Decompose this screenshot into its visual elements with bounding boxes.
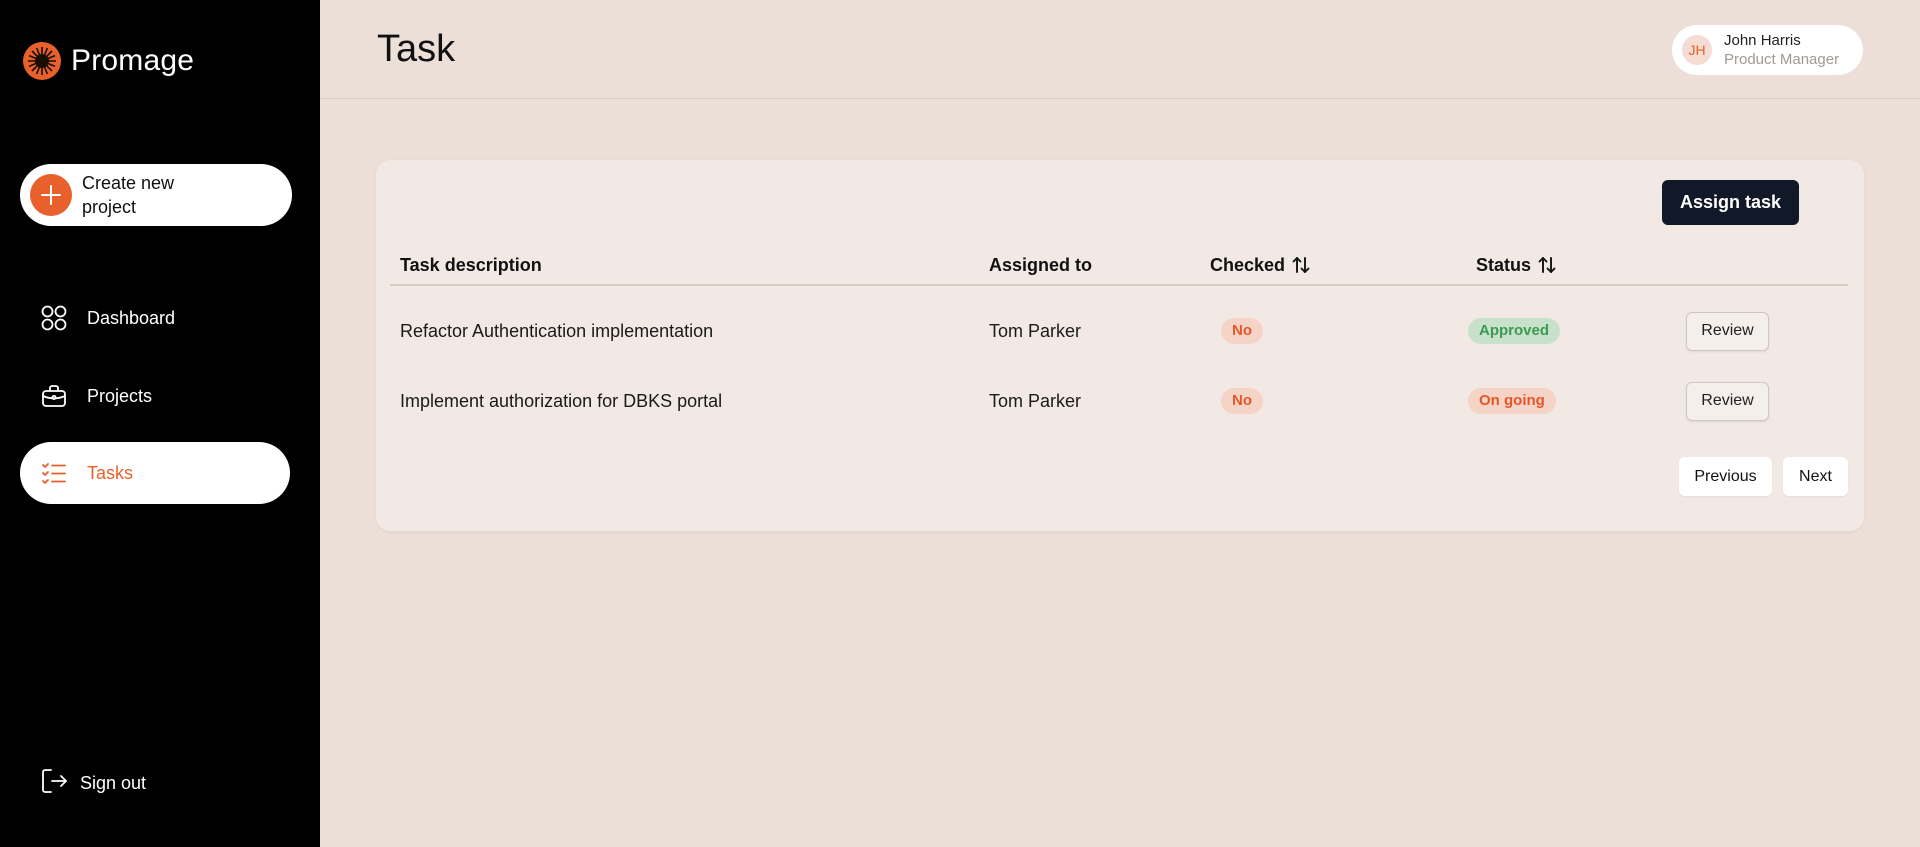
review-button[interactable]: Review [1686,381,1769,421]
sidebar-item-label: Tasks [87,462,134,483]
column-header-task-description: Task description [400,250,542,280]
column-label: Checked [1210,254,1286,275]
assigned-to: Tom Parker [989,320,1082,341]
assigned-to: Tom Parker [989,390,1082,411]
status-badge: Approved [1468,318,1561,344]
user-info: John Harris Product Manager [1724,31,1839,69]
assign-task-button[interactable]: Assign task [1662,180,1799,225]
sort-icon[interactable] [1537,255,1557,275]
column-header-checked[interactable]: Checked [1210,250,1311,280]
create-new-project-label: Create new project [82,173,175,217]
sort-icon[interactable] [1291,255,1311,275]
sidebar-item-projects[interactable]: Projects [20,365,290,427]
sign-out-button[interactable]: Sign out [40,767,146,799]
logout-icon [40,767,68,800]
sidebar-item-tasks[interactable]: Tasks [20,442,290,504]
page-title: Task [377,28,456,70]
task-description: Implement authorization for DBKS portal [400,390,723,411]
plus-icon [30,174,72,216]
checked-badge: No [1221,388,1263,414]
sidebar-item-label: Dashboard [87,307,176,328]
checklist-icon [40,459,68,487]
next-page-button[interactable]: Next [1783,457,1848,496]
task-description: Refactor Authentication implementation [400,320,714,341]
brand[interactable]: Promage [22,41,194,81]
status-badge: On going [1468,388,1556,414]
user-profile-chip[interactable]: JH John Harris Product Manager [1672,25,1863,75]
tasks-card: Assign task Task description Assigned to… [376,160,1864,531]
checked-badge: No [1221,318,1263,344]
avatar: JH [1682,35,1712,65]
table-row: Implement authorization for DBKS portal … [390,376,1848,426]
sunburst-logo-icon [23,42,61,80]
column-header-status[interactable]: Status [1476,250,1557,280]
brand-name: Promage [71,44,195,77]
table-header: Task description Assigned to Checked Sta… [390,250,1848,286]
column-label: Task description [400,254,542,275]
column-header-assigned-to: Assigned to [989,250,1092,280]
previous-page-button[interactable]: Previous [1679,457,1772,496]
column-label: Assigned to [989,254,1093,275]
briefcase-icon [40,382,68,410]
sign-out-label: Sign out [80,772,147,793]
user-role: Product Manager [1724,51,1840,68]
create-new-project-button[interactable]: Create new project [20,164,292,226]
sidebar: Promage Create new project Dashboard Pro… [0,0,320,847]
table-row: Refactor Authentication implementation T… [390,306,1848,356]
column-label: Status [1476,254,1532,275]
review-button[interactable]: Review [1686,311,1769,351]
top-header: Task JH John Harris Product Manager [320,0,1920,99]
sidebar-item-dashboard[interactable]: Dashboard [20,287,290,349]
sidebar-item-label: Projects [87,385,153,406]
user-name: John Harris [1724,32,1801,49]
grid-icon [40,304,68,332]
